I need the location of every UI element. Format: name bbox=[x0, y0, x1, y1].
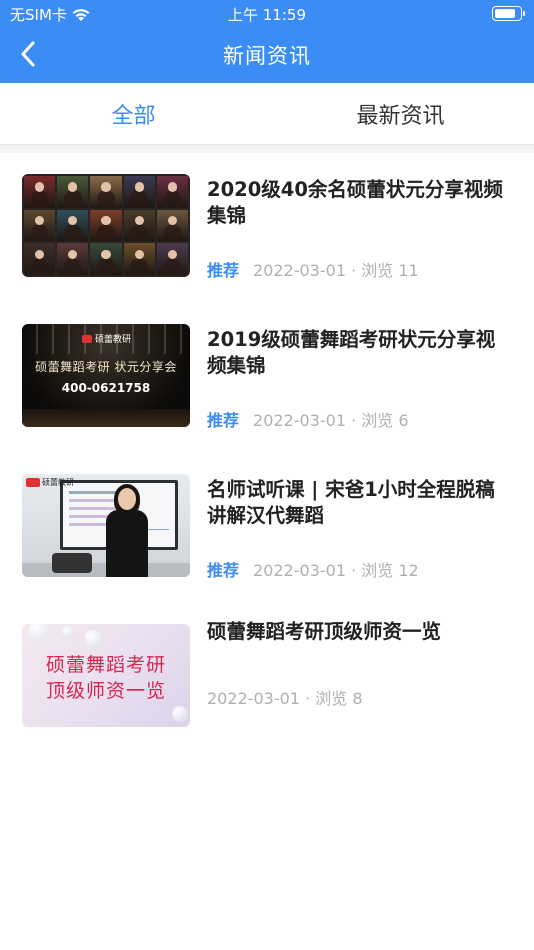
news-item[interactable]: 硕蕾教研 名师试听课 | 宋爸1小时全程脱稿讲解汉代舞蹈 推荐 2022-03-0… bbox=[0, 453, 534, 603]
news-item[interactable]: 硕蕾教研 硕蕾舞蹈考研 状元分享会 400-0621758 2019级硕蕾舞蹈考… bbox=[0, 303, 534, 453]
news-views: 浏览 11 bbox=[361, 261, 419, 280]
teacher-body bbox=[106, 510, 148, 577]
tab-bar: 全部 最新资讯 bbox=[0, 83, 534, 145]
portrait-cell bbox=[57, 243, 89, 275]
news-thumbnail bbox=[22, 174, 190, 277]
portrait-cell bbox=[90, 243, 122, 275]
portrait-cell bbox=[90, 176, 122, 208]
news-item[interactable]: 硕蕾舞蹈考研 顶级师资一览 硕蕾舞蹈考研顶级师资一览 2022-03-01 · … bbox=[0, 603, 534, 753]
recommend-tag: 推荐 bbox=[207, 261, 240, 280]
portrait-cell bbox=[57, 209, 89, 242]
news-title: 2019级硕蕾舞蹈考研状元分享视频集锦 bbox=[207, 328, 496, 377]
logo-icon bbox=[26, 478, 40, 487]
news-date: 2022-03-01 bbox=[253, 561, 346, 580]
news-thumbnail: 硕蕾教研 bbox=[22, 474, 190, 577]
news-views: 浏览 12 bbox=[361, 561, 419, 580]
app-header: 无SIM卡 上午 11:59 新闻资讯 bbox=[0, 0, 534, 83]
status-time: 上午 11:59 bbox=[228, 6, 306, 24]
page-title: 新闻资讯 bbox=[223, 44, 311, 68]
portrait-cell bbox=[156, 176, 188, 208]
thumbnail-line-1: 硕蕾舞蹈考研 bbox=[45, 654, 166, 676]
portrait-cell bbox=[90, 209, 122, 242]
bubble-decoration bbox=[84, 630, 102, 648]
portrait-cell bbox=[24, 209, 56, 242]
logo-icon bbox=[82, 334, 92, 343]
news-title: 2020级40余名硕蕾状元分享视频集锦 bbox=[207, 178, 503, 227]
thumbnail-logo-text: 硕蕾教研 bbox=[42, 478, 74, 487]
thumbnail-phone: 400-0621758 bbox=[61, 381, 151, 395]
news-views: 浏览 8 bbox=[315, 689, 363, 708]
tab-latest[interactable]: 最新资讯 bbox=[267, 83, 534, 144]
news-meta: 推荐 2022-03-01 · 浏览 12 bbox=[207, 561, 419, 580]
battery-fill bbox=[495, 9, 516, 18]
news-meta: 推荐 2022-03-01 · 浏览 11 bbox=[207, 261, 419, 280]
battery-icon bbox=[492, 6, 525, 21]
thumbnail-logo: 硕蕾教研 bbox=[26, 477, 74, 488]
thumbnail-caption: 硕蕾舞蹈考研 状元分享会 bbox=[35, 360, 177, 374]
teacher-head bbox=[118, 488, 136, 510]
news-date: 2022-03-01 bbox=[253, 261, 346, 280]
recommend-tag: 推荐 bbox=[207, 561, 240, 580]
news-views: 浏览 6 bbox=[361, 411, 409, 430]
bubble-decoration bbox=[28, 624, 50, 642]
news-list: 2020级40余名硕蕾状元分享视频集锦 推荐 2022-03-01 · 浏览 11… bbox=[0, 153, 534, 753]
news-title: 硕蕾舞蹈考研顶级师资一览 bbox=[207, 620, 442, 643]
tab-all[interactable]: 全部 bbox=[0, 83, 267, 144]
thumbnail-logo-text: 硕蕾教研 bbox=[95, 335, 132, 345]
recommend-tag: 推荐 bbox=[207, 411, 240, 430]
portrait-cell bbox=[156, 209, 188, 242]
portrait-cell bbox=[24, 176, 56, 208]
thumbnail-logo: 硕蕾教研 bbox=[82, 332, 131, 345]
section-divider bbox=[0, 145, 534, 153]
news-date: 2022-03-01 bbox=[207, 689, 300, 708]
portrait-cell bbox=[123, 243, 155, 275]
portrait-cell bbox=[156, 243, 188, 275]
nav-bar: 新闻资讯 bbox=[0, 28, 534, 83]
news-meta: 2022-03-01 · 浏览 8 bbox=[207, 689, 363, 708]
chair bbox=[52, 553, 92, 573]
portrait-cell bbox=[123, 176, 155, 208]
news-item[interactable]: 2020级40余名硕蕾状元分享视频集锦 推荐 2022-03-01 · 浏览 11 bbox=[0, 153, 534, 303]
news-meta: 推荐 2022-03-01 · 浏览 6 bbox=[207, 411, 409, 430]
status-bar: 无SIM卡 上午 11:59 bbox=[0, 0, 534, 28]
portrait-cell bbox=[24, 243, 56, 275]
portrait-cell bbox=[123, 209, 155, 242]
portrait-cell bbox=[57, 176, 89, 208]
news-title: 名师试听课 | 宋爸1小时全程脱稿讲解汉代舞蹈 bbox=[207, 478, 495, 527]
news-thumbnail: 硕蕾教研 硕蕾舞蹈考研 状元分享会 400-0621758 bbox=[22, 324, 190, 427]
thumbnail-line-2: 顶级师资一览 bbox=[45, 680, 166, 702]
bubble-decoration bbox=[172, 706, 188, 722]
news-date: 2022-03-01 bbox=[253, 411, 346, 430]
news-thumbnail: 硕蕾舞蹈考研 顶级师资一览 bbox=[22, 624, 190, 727]
stage-base bbox=[22, 409, 190, 427]
bubble-decoration bbox=[62, 626, 74, 638]
